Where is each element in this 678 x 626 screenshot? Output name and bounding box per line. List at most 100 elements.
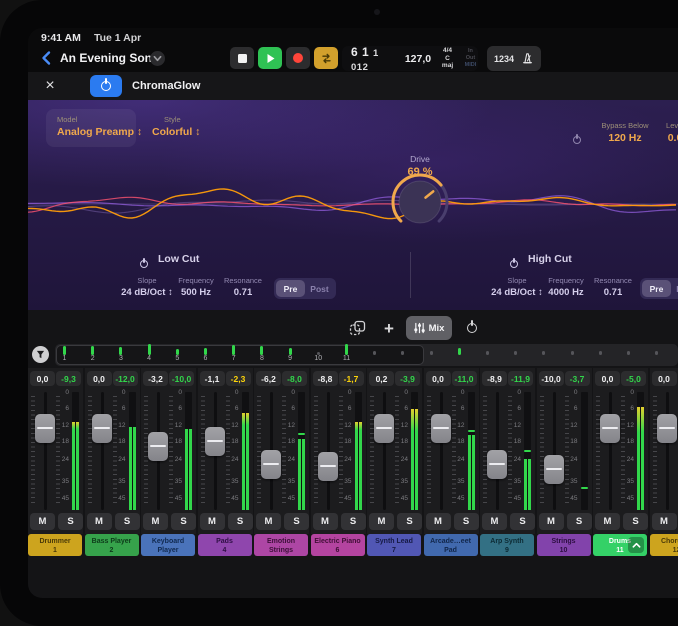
song-title[interactable]: An Evening Song bbox=[60, 51, 159, 65]
volume-value[interactable]: -3,2 bbox=[143, 371, 168, 386]
stop-button[interactable] bbox=[230, 47, 254, 69]
add-track-button[interactable]: + bbox=[377, 316, 401, 340]
mute-button[interactable]: M bbox=[313, 513, 338, 530]
record-button[interactable] bbox=[286, 47, 310, 69]
collapse-summing-stack-button[interactable] bbox=[628, 537, 644, 553]
low-cut-resonance-value[interactable]: 0.71 bbox=[214, 287, 272, 298]
track-name-label[interactable]: Drummer1 bbox=[28, 534, 82, 556]
level-value[interactable]: 0.0 bbox=[653, 132, 678, 144]
volume-value[interactable]: -8,9 bbox=[482, 371, 507, 386]
solo-button[interactable]: S bbox=[171, 513, 196, 530]
track-name-label[interactable]: Arp Synth9 bbox=[480, 534, 534, 556]
low-cut-pre-button[interactable]: Pre bbox=[276, 280, 305, 297]
volume-value[interactable]: 0,0 bbox=[30, 371, 55, 386]
mute-button[interactable]: M bbox=[539, 513, 564, 530]
copy-button[interactable] bbox=[345, 316, 369, 340]
solo-button[interactable]: S bbox=[284, 513, 309, 530]
high-cut-post-button[interactable]: Post bbox=[671, 280, 678, 297]
bypass-below-value[interactable]: 120 Hz bbox=[590, 132, 660, 144]
peak-level-value[interactable]: -2,3 bbox=[226, 371, 251, 386]
high-cut-power-icon[interactable] bbox=[510, 255, 518, 273]
fader-handle[interactable] bbox=[35, 414, 55, 443]
fader-handle[interactable] bbox=[657, 414, 677, 443]
high-cut-resonance-value[interactable]: 0.71 bbox=[584, 287, 642, 298]
back-icon[interactable] bbox=[38, 49, 56, 67]
peak-level-value[interactable]: -10,0 bbox=[169, 371, 194, 386]
volume-value[interactable]: -8,8 bbox=[313, 371, 338, 386]
play-button[interactable] bbox=[258, 47, 282, 69]
peak-level-value[interactable]: -5,0 bbox=[621, 371, 646, 386]
mute-button[interactable]: M bbox=[482, 513, 507, 530]
plugin-power-button[interactable] bbox=[90, 75, 122, 97]
high-cut-pre-button[interactable]: Pre bbox=[642, 280, 671, 297]
mute-button[interactable]: M bbox=[143, 513, 168, 530]
low-cut-post-button[interactable]: Post bbox=[305, 280, 334, 297]
solo-button[interactable]: S bbox=[115, 513, 140, 530]
solo-button[interactable]: S bbox=[623, 513, 648, 530]
peak-level-value[interactable]: -3,7 bbox=[565, 371, 590, 386]
low-cut-power-icon[interactable] bbox=[140, 255, 148, 273]
bypass-power-icon[interactable] bbox=[573, 131, 581, 149]
mute-button[interactable]: M bbox=[87, 513, 112, 530]
volume-value[interactable]: -10,0 bbox=[539, 371, 564, 386]
style-value[interactable]: Colorful ↕ bbox=[152, 126, 200, 138]
volume-value[interactable]: 0,0 bbox=[87, 371, 112, 386]
filter-button[interactable] bbox=[32, 346, 49, 363]
mixer-power-button[interactable] bbox=[460, 316, 484, 340]
fader-handle[interactable] bbox=[261, 450, 281, 479]
volume-value[interactable]: -1,1 bbox=[200, 371, 225, 386]
lcd-display[interactable]: 6 1 1 012 127,0 4/4C maj In OutMIDI bbox=[342, 46, 478, 71]
mute-button[interactable]: M bbox=[30, 513, 55, 530]
fader-handle[interactable] bbox=[205, 427, 225, 456]
peak-level-value[interactable]: -12,0 bbox=[113, 371, 138, 386]
peak-level-value[interactable]: -1,7 bbox=[339, 371, 364, 386]
track-name-label[interactable]: Keyboard Player3 bbox=[141, 534, 195, 556]
fader-handle[interactable] bbox=[318, 452, 338, 481]
solo-button[interactable]: S bbox=[341, 513, 366, 530]
mute-button[interactable]: M bbox=[652, 513, 677, 530]
track-name-label[interactable]: Drums11 bbox=[593, 534, 647, 556]
fader-handle[interactable] bbox=[487, 450, 507, 479]
solo-button[interactable]: S bbox=[397, 513, 422, 530]
mute-button[interactable]: M bbox=[369, 513, 394, 530]
mute-button[interactable]: M bbox=[595, 513, 620, 530]
mute-button[interactable]: M bbox=[200, 513, 225, 530]
volume-value[interactable]: 0,2 bbox=[369, 371, 394, 386]
peak-level-value[interactable]: -9,3 bbox=[56, 371, 81, 386]
drive-knob[interactable] bbox=[384, 166, 456, 238]
fader-handle[interactable] bbox=[92, 414, 112, 443]
close-icon[interactable]: × bbox=[40, 76, 60, 96]
peak-level-value[interactable]: -11,9 bbox=[508, 371, 533, 386]
track-name-label[interactable]: Emotion Strings5 bbox=[254, 534, 308, 556]
model-selector[interactable]: Model Analog Preamp ↕ bbox=[46, 109, 136, 147]
track-name-label[interactable]: Electric Piano6 bbox=[311, 534, 365, 556]
overview-visible-window[interactable] bbox=[56, 345, 424, 365]
solo-button[interactable]: S bbox=[58, 513, 83, 530]
fader-handle[interactable] bbox=[374, 414, 394, 443]
peak-level-value[interactable]: -3,9 bbox=[395, 371, 420, 386]
solo-button[interactable]: S bbox=[228, 513, 253, 530]
metronome-icon[interactable] bbox=[521, 52, 534, 65]
cycle-button[interactable] bbox=[314, 47, 338, 69]
channel-overview-scrubber[interactable]: 1234567891011 bbox=[55, 344, 678, 366]
solo-button[interactable]: S bbox=[510, 513, 535, 530]
volume-value[interactable]: 0,0 bbox=[652, 371, 677, 386]
solo-button[interactable]: S bbox=[567, 513, 592, 530]
volume-value[interactable]: 0,0 bbox=[595, 371, 620, 386]
model-value[interactable]: Analog Preamp ↕ bbox=[57, 126, 142, 138]
mute-button[interactable]: M bbox=[426, 513, 451, 530]
fader-handle[interactable] bbox=[600, 414, 620, 443]
track-name-label[interactable]: Strings10 bbox=[537, 534, 591, 556]
solo-button[interactable]: S bbox=[454, 513, 479, 530]
volume-value[interactable]: 0,0 bbox=[426, 371, 451, 386]
track-name-label[interactable]: Chorus V12 bbox=[650, 534, 678, 556]
peak-level-value[interactable]: -11,0 bbox=[452, 371, 477, 386]
track-name-label[interactable]: Synth Lead7 bbox=[367, 534, 421, 556]
track-name-label[interactable]: Pads4 bbox=[198, 534, 252, 556]
mix-toggle-button[interactable]: Mix bbox=[406, 316, 452, 340]
fader-handle[interactable] bbox=[544, 455, 564, 484]
chevron-down-icon[interactable] bbox=[150, 51, 165, 66]
track-name-label[interactable]: Arcade…eet Pad8 bbox=[424, 534, 478, 556]
track-name-label[interactable]: Bass Player2 bbox=[85, 534, 139, 556]
fader-handle[interactable] bbox=[148, 432, 168, 461]
